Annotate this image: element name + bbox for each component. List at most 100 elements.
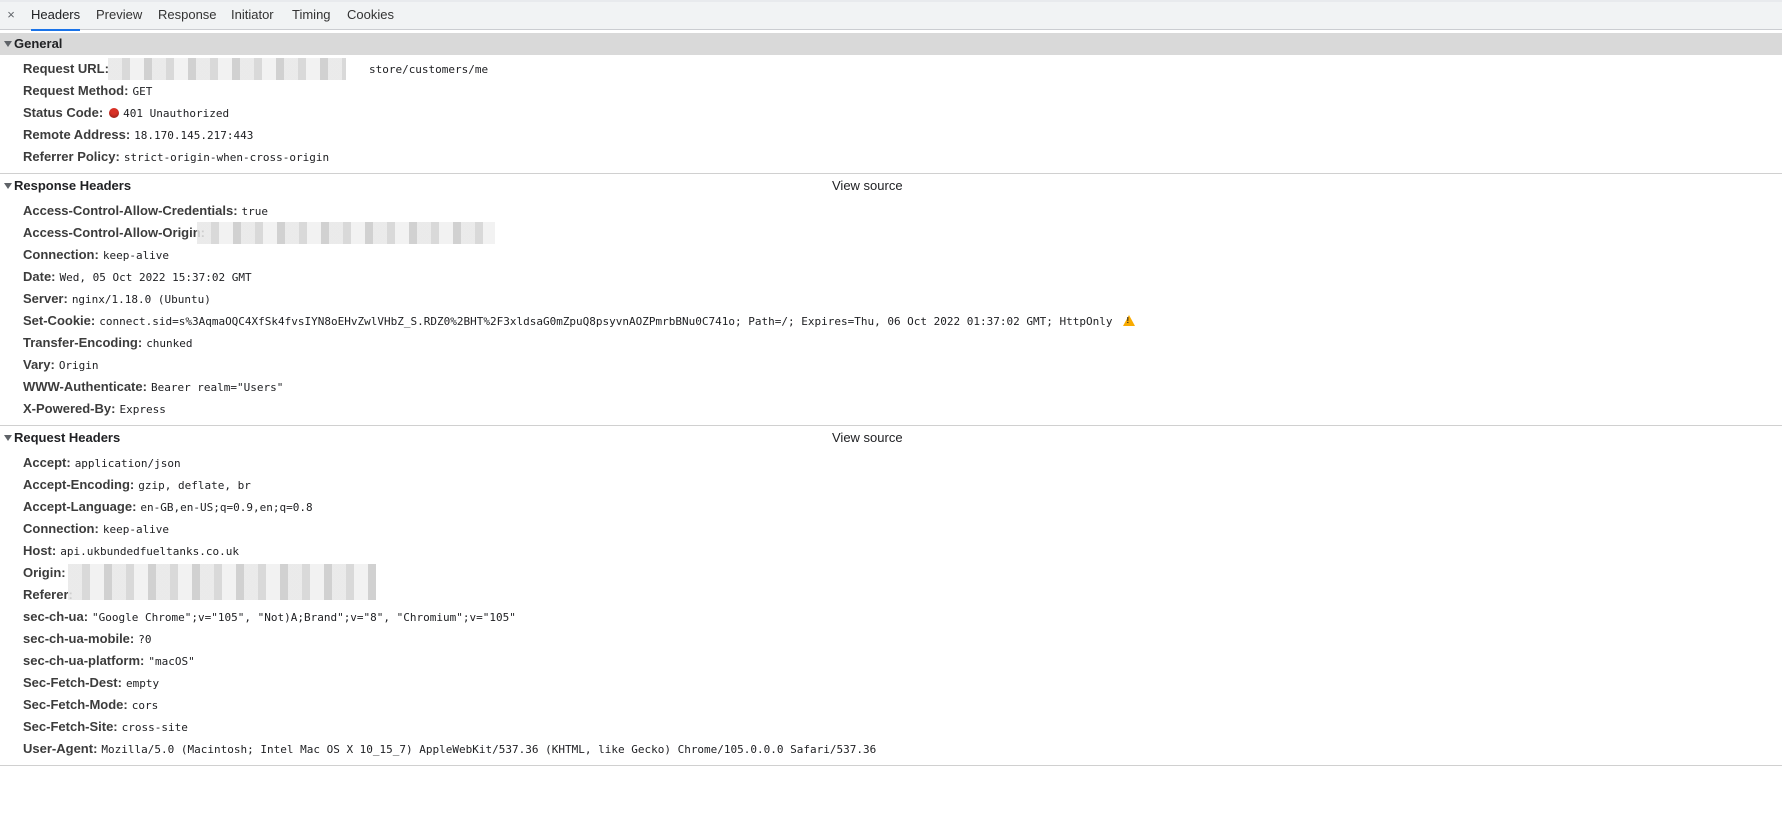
header-key: Sec-Fetch-Dest: bbox=[23, 675, 122, 690]
section-divider bbox=[0, 765, 1782, 766]
header-row: Vary: Origin bbox=[23, 356, 99, 374]
header-row: Referrer Policy: strict-origin-when-cross… bbox=[23, 148, 329, 166]
header-value: cross-site bbox=[121, 721, 188, 734]
header-key: X-Powered-By: bbox=[23, 401, 116, 416]
response-headers-section-header[interactable]: Response Headers View source bbox=[0, 175, 1782, 197]
header-value: GET bbox=[132, 85, 153, 98]
header-value: nginx/1.18.0 (Ubuntu) bbox=[71, 293, 211, 306]
header-row: sec-ch-ua-platform: "macOS" bbox=[23, 652, 195, 670]
header-value: application/json bbox=[74, 457, 181, 470]
header-value: gzip, deflate, br bbox=[138, 479, 251, 492]
header-key: Accept-Encoding: bbox=[23, 477, 135, 492]
header-key: Request URL: bbox=[23, 61, 109, 76]
header-key: User-Agent: bbox=[23, 741, 98, 756]
collapse-triangle-icon[interactable] bbox=[4, 435, 12, 441]
header-value: 401 Unauthorized bbox=[123, 107, 230, 120]
header-row: sec-ch-ua: "Google Chrome";v="105", "Not)… bbox=[23, 608, 516, 626]
header-value: "Google Chrome";v="105", "Not)A;Brand";v… bbox=[92, 611, 516, 624]
header-row: Transfer-Encoding: chunked bbox=[23, 334, 193, 352]
header-key: Origin: bbox=[23, 565, 66, 580]
header-row: Server: nginx/1.18.0 (Ubuntu) bbox=[23, 290, 211, 308]
header-row: Connection: keep-alive bbox=[23, 520, 169, 538]
header-key: Remote Address: bbox=[23, 127, 131, 142]
request-headers-section-header[interactable]: Request Headers View source bbox=[0, 427, 1782, 449]
view-source-link[interactable]: View source bbox=[832, 175, 903, 197]
close-icon[interactable]: × bbox=[4, 7, 18, 23]
header-row: Accept-Encoding: gzip, deflate, br bbox=[23, 476, 251, 494]
header-key: Transfer-Encoding: bbox=[23, 335, 143, 350]
status-error-icon bbox=[109, 108, 120, 118]
header-key: Sec-Fetch-Mode: bbox=[23, 697, 128, 712]
header-row: Status Code: 401 Unauthorized bbox=[23, 104, 229, 122]
header-value: connect.sid=s%3AqmaOQC4XfSk4fvsIYN8oEHvZ… bbox=[99, 315, 1113, 328]
tab-response[interactable]: Response bbox=[158, 0, 217, 29]
header-value: store/customers/me bbox=[368, 63, 489, 76]
warning-icon[interactable] bbox=[1122, 315, 1135, 326]
header-value: Wed, 05 Oct 2022 15:37:02 GMT bbox=[59, 271, 252, 284]
header-row: sec-ch-ua-mobile: ?0 bbox=[23, 630, 152, 648]
header-value: chunked bbox=[146, 337, 193, 350]
header-value: keep-alive bbox=[102, 523, 170, 536]
header-row: Sec-Fetch-Site: cross-site bbox=[23, 718, 188, 736]
header-value: empty bbox=[125, 677, 160, 690]
header-key: Status Code: bbox=[23, 105, 104, 120]
header-row: Access-Control-Allow-Origin: bbox=[23, 224, 209, 242]
redacted-origin bbox=[197, 222, 495, 244]
header-key: Request Method: bbox=[23, 83, 129, 98]
view-source-link[interactable]: View source bbox=[832, 427, 903, 449]
header-row: Connection: keep-alive bbox=[23, 246, 169, 264]
header-value: true bbox=[241, 205, 269, 218]
header-key: Date: bbox=[23, 269, 56, 284]
header-value: api.ukbundedfueltanks.co.uk bbox=[60, 545, 240, 558]
section-divider bbox=[0, 173, 1782, 174]
header-row: WWW-Authenticate: Bearer realm="Users" bbox=[23, 378, 283, 396]
collapse-triangle-icon[interactable] bbox=[4, 41, 12, 47]
header-value: Origin bbox=[58, 359, 99, 372]
response-headers-title: Response Headers bbox=[14, 178, 132, 193]
header-value: keep-alive bbox=[102, 249, 170, 262]
header-key: Accept: bbox=[23, 455, 71, 470]
header-key: Sec-Fetch-Site: bbox=[23, 719, 118, 734]
header-row: User-Agent: Mozilla/5.0 (Macintosh; Intel… bbox=[23, 740, 876, 758]
header-key: Connection: bbox=[23, 247, 99, 262]
header-row: Set-Cookie: connect.sid=s%3AqmaOQC4XfSk4f… bbox=[23, 312, 1135, 330]
collapse-triangle-icon[interactable] bbox=[4, 183, 12, 189]
header-value: ?0 bbox=[138, 633, 152, 646]
redacted-url bbox=[108, 58, 346, 80]
header-value: 18.170.145.217:443 bbox=[134, 129, 254, 142]
header-key: Server: bbox=[23, 291, 68, 306]
header-key: WWW-Authenticate: bbox=[23, 379, 147, 394]
tab-preview[interactable]: Preview bbox=[96, 0, 142, 29]
header-key: sec-ch-ua: bbox=[23, 609, 89, 624]
header-key: Referer: bbox=[23, 587, 73, 602]
tab-cookies[interactable]: Cookies bbox=[347, 0, 394, 29]
header-key: sec-ch-ua-platform: bbox=[23, 653, 145, 668]
tab-timing[interactable]: Timing bbox=[292, 0, 331, 29]
header-value: Express bbox=[119, 403, 166, 416]
header-row: Sec-Fetch-Dest: empty bbox=[23, 674, 159, 692]
header-value: en-GB,en-US;q=0.9,en;q=0.8 bbox=[140, 501, 313, 514]
header-row: Accept: application/json bbox=[23, 454, 181, 472]
header-key: Host: bbox=[23, 543, 57, 558]
header-value: "macOS" bbox=[148, 655, 195, 668]
header-row: Origin: bbox=[23, 564, 70, 582]
header-value: Bearer realm="Users" bbox=[150, 381, 284, 394]
header-value: strict-origin-when-cross-origin bbox=[123, 151, 330, 164]
header-row: Request Method: GET bbox=[23, 82, 152, 100]
redacted-origin-referer bbox=[68, 564, 376, 600]
header-key: Access-Control-Allow-Origin: bbox=[23, 225, 206, 240]
header-row: Sec-Fetch-Mode: cors bbox=[23, 696, 158, 714]
header-row: Remote Address: 18.170.145.217:443 bbox=[23, 126, 253, 144]
general-section-header[interactable]: General bbox=[0, 33, 1782, 55]
header-key: Set-Cookie: bbox=[23, 313, 96, 328]
header-row: Accept-Language: en-GB,en-US;q=0.9,en;q=0… bbox=[23, 498, 313, 516]
header-key: Connection: bbox=[23, 521, 99, 536]
header-row: X-Powered-By: Express bbox=[23, 400, 166, 418]
header-row: Access-Control-Allow-Credentials: true bbox=[23, 202, 268, 220]
header-value: cors bbox=[131, 699, 159, 712]
header-key: Referrer Policy: bbox=[23, 149, 120, 164]
tab-headers[interactable]: Headers bbox=[31, 0, 81, 31]
tab-initiator[interactable]: Initiator bbox=[231, 0, 274, 29]
header-key: sec-ch-ua-mobile: bbox=[23, 631, 135, 646]
header-key: Accept-Language: bbox=[23, 499, 137, 514]
